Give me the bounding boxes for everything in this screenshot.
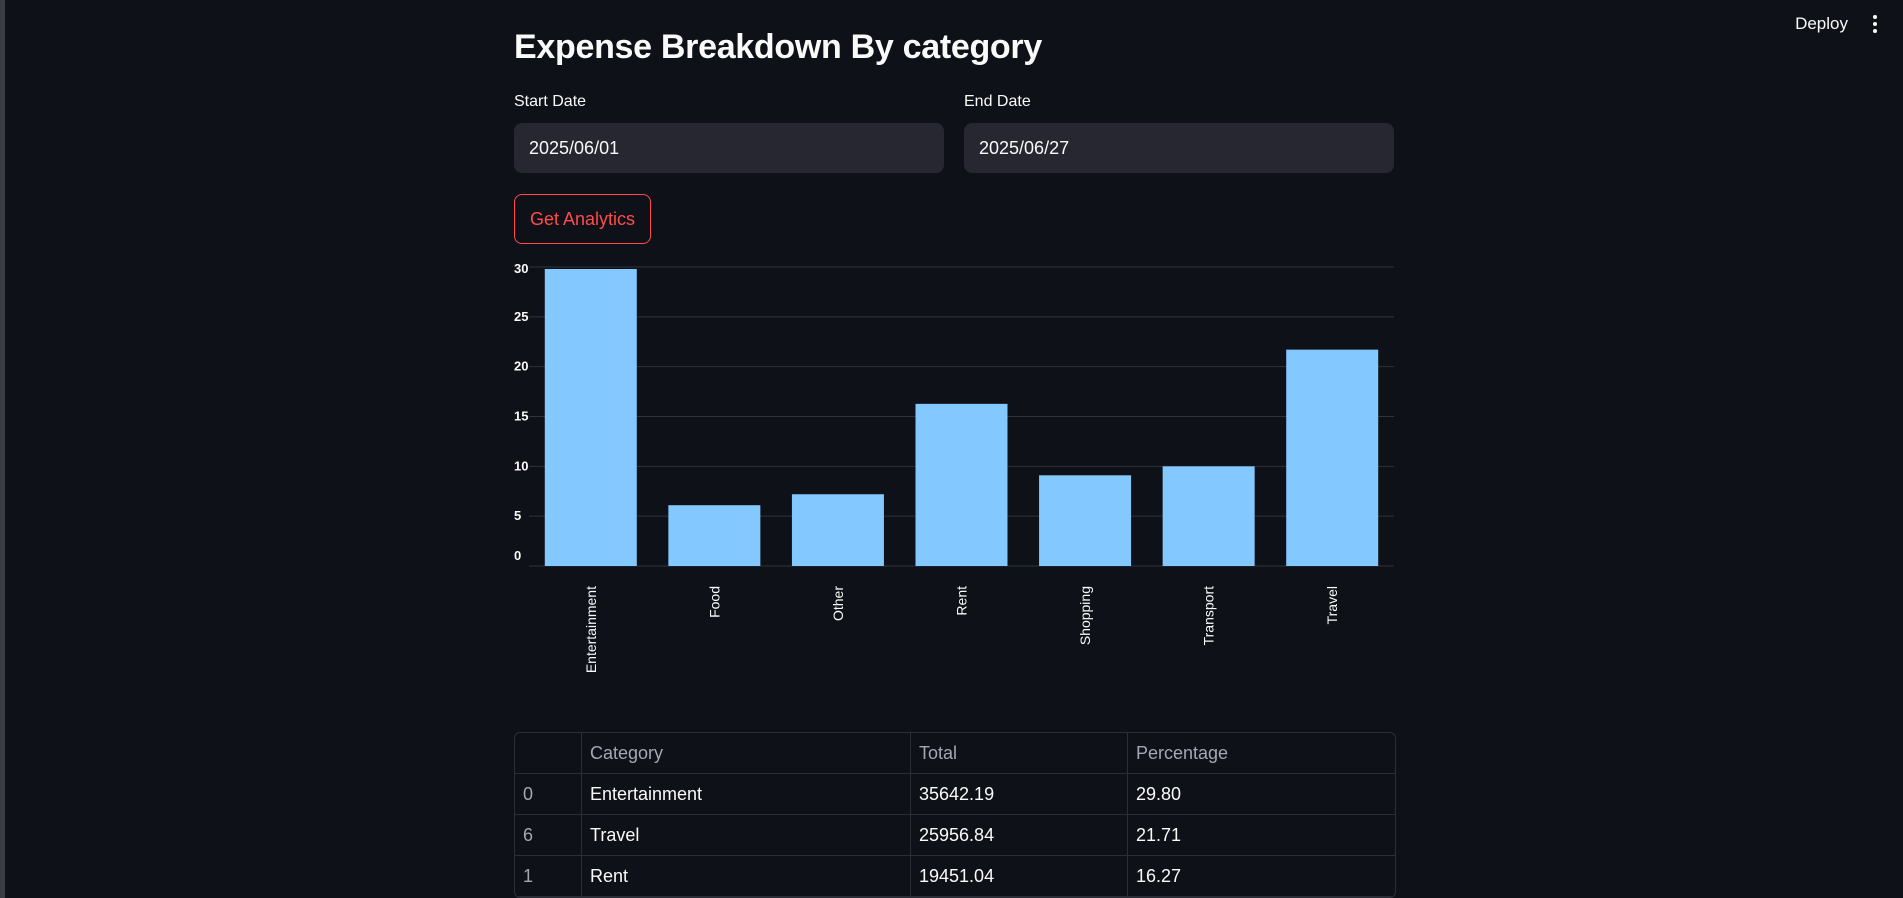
row-percentage: 16.27 [1127,855,1395,897]
bar[interactable] [1039,475,1132,566]
table-header-row: Category Total Percentage [515,733,1395,774]
expense-table: Category Total Percentage 0 Entertainmen… [514,732,1396,898]
bar[interactable] [1286,349,1379,566]
row-index: 1 [515,855,582,897]
bar[interactable] [791,494,884,566]
x-tick-label: Transport [1201,586,1217,646]
column-header-category: Category [581,733,911,774]
page-title: Expense Breakdown By category [514,28,1042,66]
row-percentage: 21.71 [1127,814,1395,856]
x-tick-label: Food [706,586,722,618]
end-date-label: End Date [964,93,1031,110]
x-tick-label: Travel [1324,586,1340,624]
get-analytics-button[interactable]: Get Analytics [514,194,652,244]
row-category: Entertainment [581,773,911,815]
start-date-input[interactable] [514,123,944,173]
row-index: 6 [515,814,582,856]
app-toolbar: Deploy [1603,0,1903,50]
window-edge [0,0,5,898]
table-row[interactable]: 1 Rent 19451.04 16.27 [515,855,1395,897]
y-tick-label: 20 [514,359,528,374]
x-tick-label: Other [830,586,846,621]
row-category: Rent [581,855,911,897]
table-row[interactable]: 6 Travel 25956.84 21.71 [515,814,1395,856]
bar[interactable] [668,505,761,566]
y-tick-label: 30 [514,261,528,276]
row-category: Travel [581,814,911,856]
row-total: 19451.04 [910,855,1128,897]
bar[interactable] [915,403,1008,566]
bar[interactable] [1162,466,1255,566]
x-tick-label: Shopping [1077,586,1093,645]
start-date-label: Start Date [514,93,587,110]
bar[interactable] [544,268,637,566]
x-tick-label: Rent [954,586,970,616]
start-date-group: Start Date [514,93,944,173]
y-tick-label: 25 [514,309,528,324]
end-date-group: End Date [964,93,1394,173]
row-total: 25956.84 [910,814,1128,856]
column-header-percentage: Percentage [1127,733,1395,774]
y-tick-label: 0 [514,548,521,563]
x-tick-label: Entertainment [583,586,599,673]
end-date-input[interactable] [964,123,1394,173]
column-header-total: Total [910,733,1128,774]
y-tick-label: 5 [514,508,521,523]
row-index: 0 [515,773,582,815]
table-row[interactable]: 0 Entertainment 35642.19 29.80 [515,773,1395,815]
vertical-dots-icon[interactable] [1867,12,1883,36]
expense-bar-chart: 0 5 10 15 20 25 30 Entertainment Food Other Rent Sh… [514,261,1394,673]
deploy-button[interactable]: Deploy [1795,14,1848,34]
y-tick-label: 15 [514,409,528,424]
y-tick-label: 10 [514,458,528,473]
row-total: 35642.19 [910,773,1128,815]
row-percentage: 29.80 [1127,773,1395,815]
column-header-index [515,733,582,774]
